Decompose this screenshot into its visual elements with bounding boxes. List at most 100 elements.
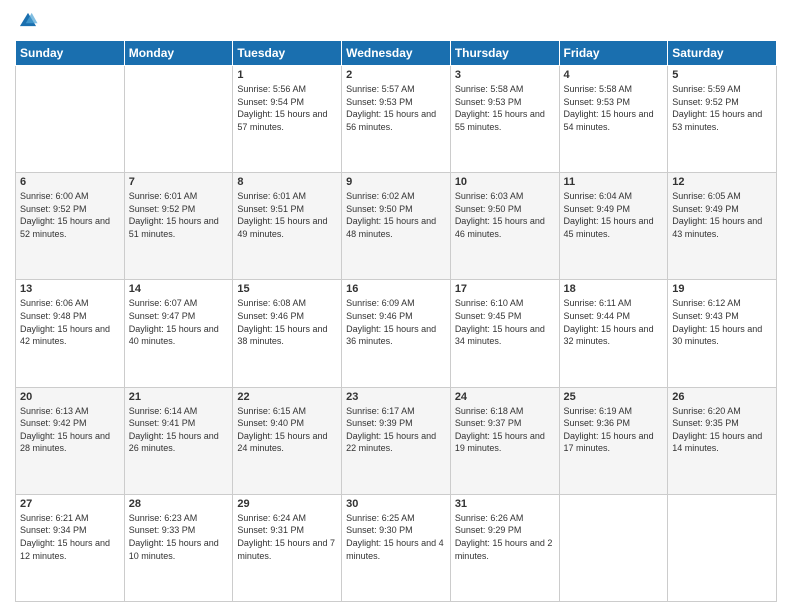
day-info: Sunrise: 6:02 AM Sunset: 9:50 PM Dayligh… — [346, 190, 446, 240]
calendar-cell: 20Sunrise: 6:13 AM Sunset: 9:42 PM Dayli… — [16, 387, 125, 494]
calendar-page: SundayMondayTuesdayWednesdayThursdayFrid… — [0, 0, 792, 612]
day-number: 10 — [455, 176, 555, 188]
day-info: Sunrise: 6:09 AM Sunset: 9:46 PM Dayligh… — [346, 297, 446, 347]
calendar-cell: 10 Sunrise: 6:03 AM Sunset: 9:50 PM Dayli… — [450, 173, 559, 280]
calendar-cell: 13 Sunrise: 6:06 AM Sunset: 9:48 PM Dayli… — [16, 280, 125, 387]
day-number: 29 — [237, 498, 337, 510]
calendar-cell: 22Sunrise: 6:15 AM Sunset: 9:40 PM Dayli… — [233, 387, 342, 494]
day-number: 19 — [672, 283, 772, 295]
day-number: 8 — [237, 176, 337, 188]
day-number: 1 — [237, 69, 337, 81]
day-info: Sunrise: 6:25 AM Sunset: 9:30 PM Dayligh… — [346, 512, 446, 562]
calendar-cell: 15 Sunrise: 6:08 AM Sunset: 9:46 PM Dayli… — [233, 280, 342, 387]
day-number: 18 — [564, 283, 664, 295]
day-number: 2 — [346, 69, 446, 81]
calendar-cell: 7Sunrise: 6:01 AM Sunset: 9:52 PM Daylig… — [124, 173, 233, 280]
calendar-cell: 27Sunrise: 6:21 AM Sunset: 9:34 PM Dayli… — [16, 494, 125, 601]
day-info: Sunrise: 6:07 AM Sunset: 9:47 PM Dayligh… — [129, 297, 229, 347]
day-info: Sunrise: 6:20 AM Sunset: 9:35 PM Dayligh… — [672, 405, 772, 455]
day-info: Sunrise: 6:06 AM Sunset: 9:48 PM Dayligh… — [20, 297, 120, 347]
header — [15, 10, 777, 32]
calendar-cell: 12Sunrise: 6:05 AM Sunset: 9:49 PM Dayli… — [668, 173, 777, 280]
day-number: 14 — [129, 283, 229, 295]
day-info: Sunrise: 6:15 AM Sunset: 9:40 PM Dayligh… — [237, 405, 337, 455]
day-info: Sunrise: 6:26 AM Sunset: 9:29 PM Dayligh… — [455, 512, 555, 562]
day-info: Sunrise: 5:59 AM Sunset: 9:52 PM Dayligh… — [672, 83, 772, 133]
day-info: Sunrise: 6:11 AM Sunset: 9:44 PM Dayligh… — [564, 297, 664, 347]
calendar-cell: 4Sunrise: 5:58 AM Sunset: 9:53 PM Daylig… — [559, 66, 668, 173]
weekday-header-sunday: Sunday — [16, 41, 125, 66]
day-info: Sunrise: 5:58 AM Sunset: 9:53 PM Dayligh… — [455, 83, 555, 133]
calendar-cell: 19 Sunrise: 6:12 AM Sunset: 9:43 PM Dayli… — [668, 280, 777, 387]
weekday-header-saturday: Saturday — [668, 41, 777, 66]
day-info: Sunrise: 6:23 AM Sunset: 9:33 PM Dayligh… — [129, 512, 229, 562]
weekday-header-monday: Monday — [124, 41, 233, 66]
weekday-header-thursday: Thursday — [450, 41, 559, 66]
day-number: 24 — [455, 391, 555, 403]
day-number: 6 — [20, 176, 120, 188]
calendar-cell: 6Sunrise: 6:00 AM Sunset: 9:52 PM Daylig… — [16, 173, 125, 280]
day-number: 11 — [564, 176, 664, 188]
calendar-cell: 2 Sunrise: 5:57 AM Sunset: 9:53 PM Daylig… — [342, 66, 451, 173]
day-number: 17 — [455, 283, 555, 295]
day-info: Sunrise: 6:14 AM Sunset: 9:41 PM Dayligh… — [129, 405, 229, 455]
day-number: 26 — [672, 391, 772, 403]
day-info: Sunrise: 6:24 AM Sunset: 9:31 PM Dayligh… — [237, 512, 337, 562]
calendar-cell: 16 Sunrise: 6:09 AM Sunset: 9:46 PM Dayli… — [342, 280, 451, 387]
day-info: Sunrise: 6:03 AM Sunset: 9:50 PM Dayligh… — [455, 190, 555, 240]
day-number: 23 — [346, 391, 446, 403]
calendar-cell: 31 Sunrise: 6:26 AM Sunset: 9:29 PM Dayli… — [450, 494, 559, 601]
calendar-cell: 18 Sunrise: 6:11 AM Sunset: 9:44 PM Dayli… — [559, 280, 668, 387]
calendar-cell: 14 Sunrise: 6:07 AM Sunset: 9:47 PM Dayli… — [124, 280, 233, 387]
calendar-cell: 28Sunrise: 6:23 AM Sunset: 9:33 PM Dayli… — [124, 494, 233, 601]
day-number: 5 — [672, 69, 772, 81]
calendar-cell: 8 Sunrise: 6:01 AM Sunset: 9:51 PM Daylig… — [233, 173, 342, 280]
weekday-header-wednesday: Wednesday — [342, 41, 451, 66]
day-number: 13 — [20, 283, 120, 295]
day-info: Sunrise: 6:01 AM Sunset: 9:51 PM Dayligh… — [237, 190, 337, 240]
weekday-header-row: SundayMondayTuesdayWednesdayThursdayFrid… — [16, 41, 777, 66]
day-number: 15 — [237, 283, 337, 295]
calendar-cell — [16, 66, 125, 173]
weekday-header-friday: Friday — [559, 41, 668, 66]
day-info: Sunrise: 6:18 AM Sunset: 9:37 PM Dayligh… — [455, 405, 555, 455]
calendar-cell — [124, 66, 233, 173]
calendar-cell: 25Sunrise: 6:19 AM Sunset: 9:36 PM Dayli… — [559, 387, 668, 494]
day-info: Sunrise: 6:12 AM Sunset: 9:43 PM Dayligh… — [672, 297, 772, 347]
day-info: Sunrise: 6:08 AM Sunset: 9:46 PM Dayligh… — [237, 297, 337, 347]
day-info: Sunrise: 6:13 AM Sunset: 9:42 PM Dayligh… — [20, 405, 120, 455]
day-number: 7 — [129, 176, 229, 188]
day-info: Sunrise: 6:17 AM Sunset: 9:39 PM Dayligh… — [346, 405, 446, 455]
calendar-cell: 3 Sunrise: 5:58 AM Sunset: 9:53 PM Daylig… — [450, 66, 559, 173]
day-number: 9 — [346, 176, 446, 188]
calendar-table: SundayMondayTuesdayWednesdayThursdayFrid… — [15, 40, 777, 602]
day-number: 3 — [455, 69, 555, 81]
calendar-cell: 17 Sunrise: 6:10 AM Sunset: 9:45 PM Dayli… — [450, 280, 559, 387]
calendar-cell: 24 Sunrise: 6:18 AM Sunset: 9:37 PM Dayli… — [450, 387, 559, 494]
calendar-cell: 23 Sunrise: 6:17 AM Sunset: 9:39 PM Dayli… — [342, 387, 451, 494]
weekday-header-tuesday: Tuesday — [233, 41, 342, 66]
calendar-cell: 11Sunrise: 6:04 AM Sunset: 9:49 PM Dayli… — [559, 173, 668, 280]
day-number: 30 — [346, 498, 446, 510]
day-info: Sunrise: 5:57 AM Sunset: 9:53 PM Dayligh… — [346, 83, 446, 133]
calendar-cell: 21 Sunrise: 6:14 AM Sunset: 9:41 PM Dayli… — [124, 387, 233, 494]
calendar-cell: 29 Sunrise: 6:24 AM Sunset: 9:31 PM Dayli… — [233, 494, 342, 601]
day-number: 21 — [129, 391, 229, 403]
logo — [15, 10, 41, 32]
day-info: Sunrise: 5:58 AM Sunset: 9:53 PM Dayligh… — [564, 83, 664, 133]
day-info: Sunrise: 6:10 AM Sunset: 9:45 PM Dayligh… — [455, 297, 555, 347]
day-info: Sunrise: 5:56 AM Sunset: 9:54 PM Dayligh… — [237, 83, 337, 133]
calendar-cell: 9 Sunrise: 6:02 AM Sunset: 9:50 PM Daylig… — [342, 173, 451, 280]
calendar-cell: 5 Sunrise: 5:59 AM Sunset: 9:52 PM Daylig… — [668, 66, 777, 173]
week-row-3: 20Sunrise: 6:13 AM Sunset: 9:42 PM Dayli… — [16, 387, 777, 494]
calendar-cell: 30 Sunrise: 6:25 AM Sunset: 9:30 PM Dayli… — [342, 494, 451, 601]
day-number: 25 — [564, 391, 664, 403]
day-number: 27 — [20, 498, 120, 510]
week-row-4: 27Sunrise: 6:21 AM Sunset: 9:34 PM Dayli… — [16, 494, 777, 601]
week-row-0: 1 Sunrise: 5:56 AM Sunset: 9:54 PM Daylig… — [16, 66, 777, 173]
calendar-cell — [559, 494, 668, 601]
calendar-cell: 26 Sunrise: 6:20 AM Sunset: 9:35 PM Dayli… — [668, 387, 777, 494]
week-row-2: 13 Sunrise: 6:06 AM Sunset: 9:48 PM Dayli… — [16, 280, 777, 387]
day-number: 31 — [455, 498, 555, 510]
day-number: 16 — [346, 283, 446, 295]
